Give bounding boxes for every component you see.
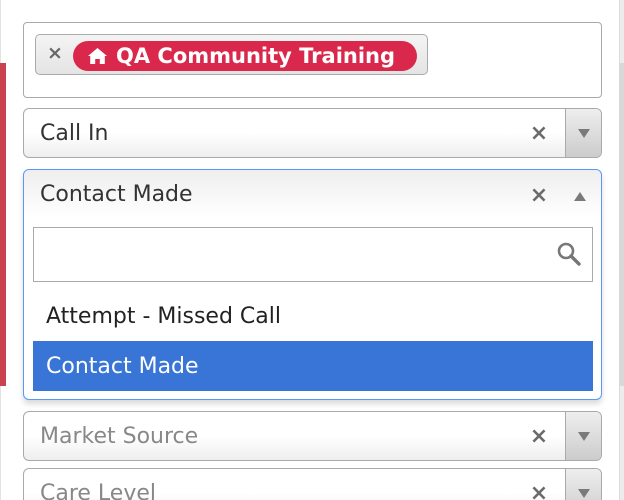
market-source-placeholder: Market Source [40, 424, 199, 449]
market-source-select[interactable]: Market Source × [23, 411, 602, 461]
chevron-down-icon [577, 431, 590, 441]
outcome-search-field[interactable] [33, 227, 593, 282]
page-right-accent [619, 63, 624, 386]
tag-remove-icon[interactable]: × [47, 41, 63, 65]
search-icon [557, 242, 581, 266]
outcome-results-list: Attempt - Missed Call Contact Made [33, 291, 593, 391]
home-icon [88, 48, 107, 64]
outcome-select-header[interactable]: Contact Made × [24, 170, 601, 222]
outcome-value: Contact Made [40, 182, 193, 207]
tag-label: QA Community Training [116, 44, 396, 68]
tag-pill: QA Community Training [73, 41, 417, 71]
care-level-dropdown-arrow[interactable] [565, 469, 601, 500]
outcome-option-attempt-missed-call[interactable]: Attempt - Missed Call [33, 291, 593, 341]
outcome-clear-icon[interactable]: × [529, 184, 549, 208]
call-type-select[interactable]: Call In × [23, 108, 602, 158]
care-level-placeholder: Care Level [40, 481, 157, 500]
market-source-clear-icon[interactable]: × [529, 425, 549, 449]
tag-chip: × QA Community Training [35, 34, 428, 75]
chevron-down-icon [577, 128, 590, 138]
outcome-search-input[interactable] [34, 228, 544, 281]
call-type-clear-icon[interactable]: × [529, 122, 549, 146]
tags-multiselect[interactable]: × QA Community Training [23, 22, 602, 98]
call-type-value: Call In [40, 121, 109, 146]
chevron-down-icon [577, 488, 590, 498]
care-level-clear-icon[interactable]: × [529, 482, 549, 500]
call-type-dropdown-arrow[interactable] [565, 109, 601, 157]
outcome-option-contact-made[interactable]: Contact Made [33, 341, 593, 391]
care-level-select[interactable]: Care Level × [23, 468, 602, 500]
outcome-select-open[interactable]: Contact Made × Attempt - Missed Call Con… [23, 169, 602, 400]
market-source-dropdown-arrow[interactable] [565, 412, 601, 460]
page-left-accent [0, 63, 6, 386]
chevron-up-icon[interactable] [574, 192, 586, 201]
